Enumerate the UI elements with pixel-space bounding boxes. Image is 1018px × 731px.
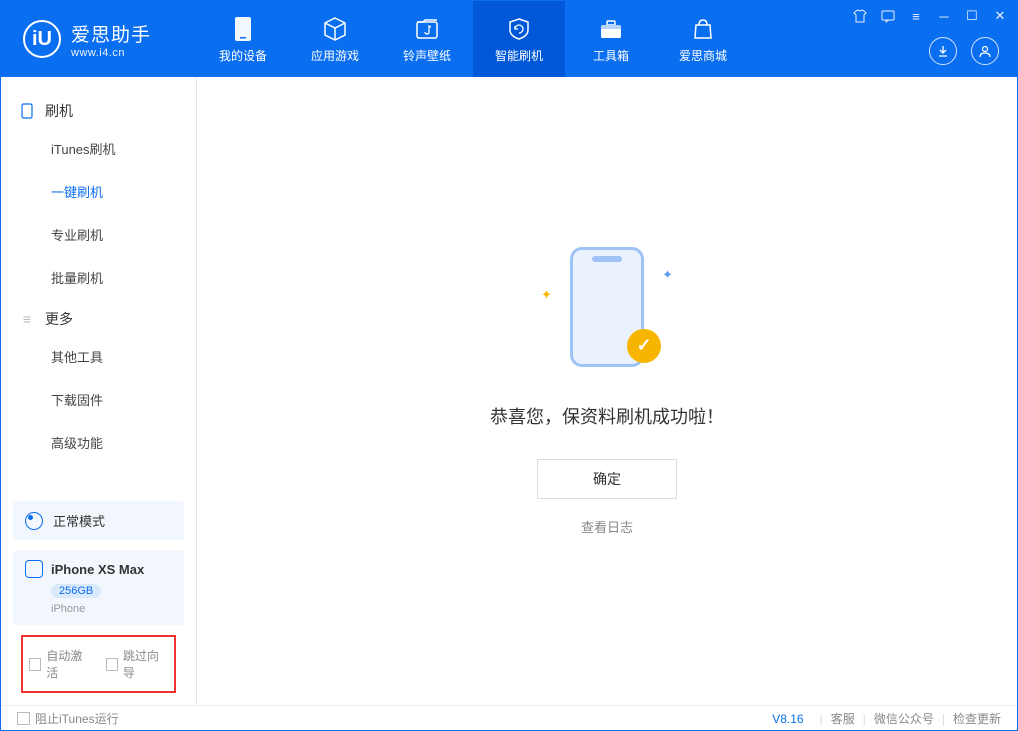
device-card[interactable]: iPhone XS Max 256GB iPhone	[13, 550, 184, 625]
title-bar: iU 爱思助手 www.i4.cn 我的设备 应用游戏 铃声壁纸 智能刷机 工具…	[1, 1, 1017, 77]
checkbox-block-itunes[interactable]: 阻止iTunes运行	[17, 710, 119, 727]
view-log-link[interactable]: 查看日志	[581, 517, 633, 536]
feedback-icon[interactable]	[879, 7, 897, 25]
checkmark-badge-icon: ✓	[627, 329, 661, 363]
checkbox-icon	[106, 658, 118, 671]
status-bar: 阻止iTunes运行 V8.16 | 客服 | 微信公众号 | 检查更新	[1, 705, 1017, 731]
support-link[interactable]: 客服	[831, 710, 855, 727]
cube-icon	[321, 15, 349, 43]
sparkle-icon: ✦	[541, 287, 552, 303]
list-icon: ≡	[19, 311, 35, 327]
mode-label: 正常模式	[53, 511, 105, 530]
nav-tabs: 我的设备 应用游戏 铃声壁纸 智能刷机 工具箱 爱思商城	[197, 1, 749, 77]
success-illustration: ✦ ✦ ✓	[547, 247, 667, 377]
nav-toolbox[interactable]: 工具箱	[565, 1, 657, 77]
mode-card[interactable]: 正常模式	[13, 501, 184, 540]
music-folder-icon	[413, 15, 441, 43]
sidebar-group-flash: 刷机	[1, 91, 196, 127]
sidebar-item-other-tools[interactable]: 其他工具	[1, 335, 196, 378]
window-controls: ≡ ─ ☐ ✕	[851, 7, 1009, 25]
sidebar-item-itunes-flash[interactable]: iTunes刷机	[1, 127, 196, 170]
main-content: ✦ ✦ ✓ 恭喜您，保资料刷机成功啦！ 确定 查看日志	[197, 77, 1017, 705]
refresh-shield-icon	[505, 15, 533, 43]
nav-my-device[interactable]: 我的设备	[197, 1, 289, 77]
sidebar-group-more: ≡ 更多	[1, 299, 196, 335]
minimize-icon[interactable]: ─	[935, 7, 953, 25]
sidebar-item-oneclick-flash[interactable]: 一键刷机	[1, 170, 196, 213]
sidebar-item-pro-flash[interactable]: 专业刷机	[1, 213, 196, 256]
checkbox-auto-activate[interactable]: 自动激活	[29, 647, 92, 681]
sidebar-item-advanced[interactable]: 高级功能	[1, 421, 196, 464]
checkbox-icon	[17, 712, 30, 725]
sidebar: 刷机 iTunes刷机 一键刷机 专业刷机 批量刷机 ≡ 更多 其他工具 下载固…	[1, 77, 197, 705]
nav-store[interactable]: 爱思商城	[657, 1, 749, 77]
success-message: 恭喜您，保资料刷机成功啦！	[490, 403, 724, 429]
wechat-link[interactable]: 微信公众号	[874, 710, 934, 727]
menu-icon[interactable]: ≡	[907, 7, 925, 25]
close-icon[interactable]: ✕	[991, 7, 1009, 25]
phone-icon	[229, 15, 257, 43]
checkbox-icon	[29, 658, 41, 671]
sidebar-item-batch-flash[interactable]: 批量刷机	[1, 256, 196, 299]
checkbox-skip-guide[interactable]: 跳过向导	[106, 647, 169, 681]
bag-icon	[689, 15, 717, 43]
sparkle-icon: ✦	[662, 267, 673, 283]
toolbox-icon	[597, 15, 625, 43]
download-icon[interactable]	[929, 37, 957, 65]
device-type: iPhone	[51, 603, 172, 615]
version-label: V8.16	[772, 712, 803, 726]
device-icon	[25, 560, 43, 578]
logo[interactable]: iU 爱思助手 www.i4.cn	[1, 20, 197, 59]
logo-text: 爱思助手 www.i4.cn	[71, 20, 151, 59]
device-capacity: 256GB	[51, 584, 101, 598]
check-update-link[interactable]: 检查更新	[953, 710, 1001, 727]
header-right-icons	[929, 37, 999, 65]
logo-icon: iU	[23, 20, 61, 58]
mode-icon	[25, 512, 43, 530]
option-highlight-box: 自动激活 跳过向导	[21, 635, 176, 693]
maximize-icon[interactable]: ☐	[963, 7, 981, 25]
nav-ringtones[interactable]: 铃声壁纸	[381, 1, 473, 77]
sidebar-item-download-firmware[interactable]: 下载固件	[1, 378, 196, 421]
tshirt-icon[interactable]	[851, 7, 869, 25]
ok-button[interactable]: 确定	[537, 459, 677, 499]
nav-apps[interactable]: 应用游戏	[289, 1, 381, 77]
phone-small-icon	[19, 103, 35, 119]
nav-flash[interactable]: 智能刷机	[473, 1, 565, 77]
device-name: iPhone XS Max	[51, 562, 144, 577]
user-icon[interactable]	[971, 37, 999, 65]
